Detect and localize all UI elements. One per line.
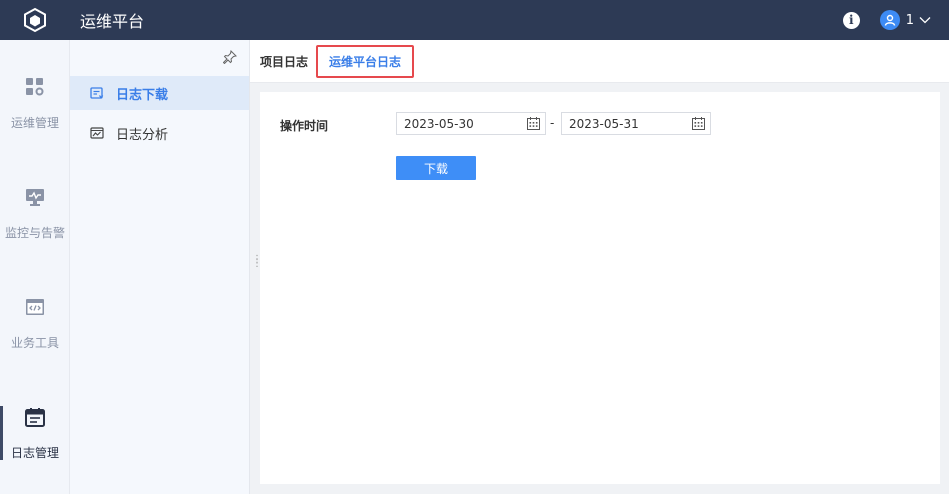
subnav-item-log-download[interactable]: 日志下载 [70,76,249,110]
cube-logo-icon [24,7,46,33]
app-title: 运维平台 [80,12,145,31]
rail-item-label: 运维管理 [10,116,59,130]
user-avatar[interactable] [879,10,900,30]
start-date-value: 2023-05-30 [404,116,474,131]
code-window-icon [24,296,46,318]
secondary-nav: 日志下载 日志分析 [70,40,250,494]
calendar-log-icon [24,406,46,428]
app-logo[interactable] [0,0,70,40]
end-date-input[interactable]: 2023-05-31 [561,112,711,135]
primary-nav-rail: 运维管理 监控与告警 业务工具 日志管理 [0,40,70,494]
log-download-panel: 操作时间 2023-05-30 - 2023-05-31 下载 [260,92,940,484]
rail-item-ops-management[interactable]: 运维管理 [0,76,70,156]
operation-time-label: 操作时间 [280,119,329,133]
top-header: 运维平台 i 1 [0,0,949,40]
grid-settings-icon [24,76,46,98]
chevron-down-icon[interactable] [919,16,931,24]
user-icon [884,14,895,26]
monitor-icon [24,186,46,208]
pin-icon[interactable] [223,50,237,64]
tab-ops-platform-log[interactable]: 运维平台日志 [316,45,415,78]
calendar-icon[interactable] [527,117,540,130]
end-date-value: 2023-05-31 [569,116,639,131]
date-range-separator: - [550,116,555,130]
subnav-item-label: 日志下载 [116,87,169,103]
rail-item-label: 监控与告警 [4,226,65,240]
sidebar-resize-handle[interactable]: ⋮ ⋮ [252,255,262,274]
user-name[interactable]: 1 [906,13,914,28]
subnav-item-log-analysis[interactable]: 日志分析 [70,116,249,150]
info-icon[interactable]: i [842,11,860,29]
tab-project-log[interactable]: 项目日志 [260,40,308,83]
rail-item-business-tools[interactable]: 业务工具 [0,296,70,376]
download-button[interactable]: 下载 [396,156,476,180]
log-analysis-icon [90,126,104,140]
start-date-input[interactable]: 2023-05-30 [396,112,546,135]
rail-item-label: 业务工具 [10,336,59,350]
subnav-item-label: 日志分析 [116,127,169,143]
tab-bar: 项目日志 运维平台日志 [250,40,949,83]
rail-item-label: 日志管理 [10,446,59,460]
log-download-icon [90,86,104,100]
calendar-icon[interactable] [692,117,705,130]
rail-item-log-management[interactable]: 日志管理 [0,406,70,486]
rail-item-monitoring[interactable]: 监控与告警 [0,186,70,266]
